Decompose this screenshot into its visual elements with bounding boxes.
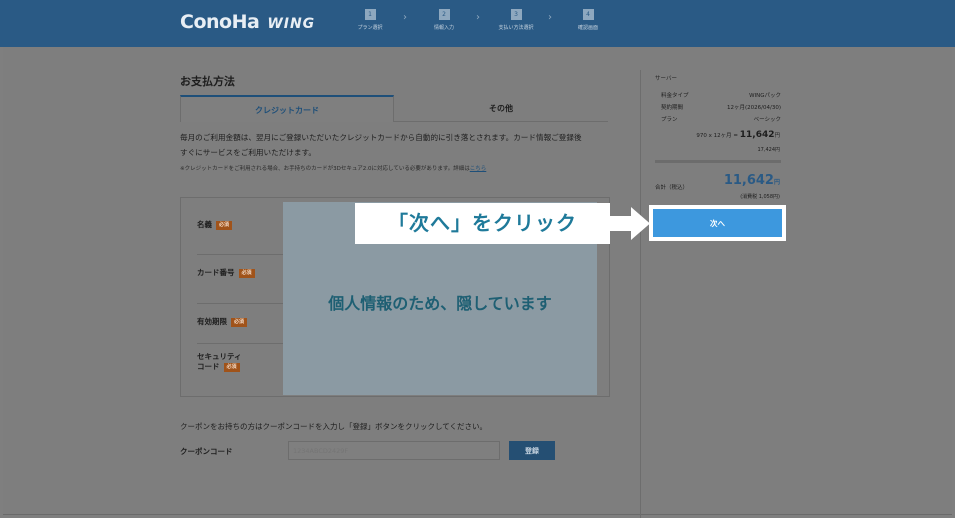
chevron-right-icon: › <box>476 12 480 23</box>
label-text: 有効期限 <box>197 317 227 326</box>
field-label-name: 名義 必須 <box>197 220 233 230</box>
label-text: セキュリティ <box>197 352 242 361</box>
row-key: 契約期間 <box>661 105 684 111</box>
calc-amount: 11,642 <box>739 130 775 140</box>
coupon-code-input[interactable] <box>288 441 500 460</box>
order-summary: サーバー 料金タイプ WINGパック 契約期間 12ヶ月(2026/04/30)… <box>640 70 788 518</box>
next-button[interactable]: 次へ <box>653 209 782 237</box>
field-label-security-code: セキュリティ コード 必須 <box>197 352 242 372</box>
total-label: 合計（税込） <box>655 185 689 191</box>
instruction-callout: 「次へ」をクリック <box>355 203 610 244</box>
required-badge: 必須 <box>231 317 248 327</box>
row-value: WINGパック <box>749 93 781 99</box>
arrow-right-icon <box>610 207 650 240</box>
coupon-register-button[interactable]: 登録 <box>509 441 555 460</box>
total-amount: 11,642円 <box>724 173 780 188</box>
step-2: 2 情報入力 <box>414 9 474 31</box>
conoha-wing-logo[interactable]: ConoHa WING <box>180 11 315 33</box>
chevron-right-icon: › <box>548 12 552 23</box>
step-number: 3 <box>510 9 522 20</box>
step-label: 支払い方法選択 <box>498 25 534 31</box>
step-indicator: 1 プラン選択 › 2 情報入力 › 3 支払い方法選択 › 4 確認画面 <box>340 9 620 41</box>
label-text: カード番号 <box>197 268 235 277</box>
coupon-label: クーポンコード <box>180 447 233 456</box>
label-text: コード <box>197 362 220 371</box>
step-4: 4 確認画面 <box>558 9 618 31</box>
payment-tabs: クレジットカード その他 <box>180 95 608 122</box>
field-label-expiry: 有効期限 必須 <box>197 317 248 327</box>
tab-credit-card[interactable]: クレジットカード <box>180 95 394 122</box>
step-label: 情報入力 <box>433 25 454 31</box>
row-key: プラン <box>661 117 678 123</box>
calc-yen: 円 <box>774 133 780 139</box>
required-badge: 必須 <box>216 220 233 230</box>
required-badge: 必須 <box>238 268 255 278</box>
calc-prefix: 970 x 12ヶ月 = <box>696 133 738 139</box>
row-value: 12ヶ月(2026/04/30) <box>727 105 781 111</box>
summary-title: サーバー <box>655 76 677 82</box>
logo-main: ConoHa <box>180 11 260 33</box>
original-price: 17,424円 <box>757 147 781 153</box>
logo-sub: WING <box>267 16 316 32</box>
price-calculation: 970 x 12ヶ月 = 11,642円 <box>696 130 780 140</box>
chevron-right-icon: › <box>403 12 407 23</box>
tab-other[interactable]: その他 <box>394 95 608 122</box>
description-line-1: 毎月のご利用金額は、翌月にご登録いただいたクレジットカードから自動的に引き落とさ… <box>180 133 582 142</box>
step-label: 確認画面 <box>577 25 598 31</box>
page-title: お支払方法 <box>180 75 235 88</box>
step-number: 4 <box>582 9 594 20</box>
divider <box>197 303 283 304</box>
total-tax: (消費税 1,058円) <box>740 194 780 200</box>
step-number: 2 <box>438 9 450 20</box>
total-yen: 円 <box>773 179 780 186</box>
step-1: 1 プラン選択 <box>340 9 400 31</box>
step-number: 1 <box>364 9 376 20</box>
3ds-note: ※クレジットカードをご利用される場合、お手持ちのカードが3Dセキュア2.0に対応… <box>180 164 486 172</box>
coupon-description: クーポンをお持ちの方はクーポンコードを入力し「登録」ボタンをクリックしてください… <box>180 422 488 431</box>
step-3: 3 支払い方法選択 <box>486 9 546 31</box>
total-number: 11,642 <box>723 173 774 188</box>
label-text: 名義 <box>197 220 212 229</box>
privacy-notice: 個人情報のため、隠しています <box>328 294 552 313</box>
row-value: ベーシック <box>753 117 781 123</box>
payment-description: 毎月のご利用金額は、翌月にご登録いただいたクレジットカードから自動的に引き落とさ… <box>180 130 610 160</box>
header-bar: ConoHa WING 1 プラン選択 › 2 情報入力 › 3 支払い方法選択 … <box>0 0 955 47</box>
divider <box>655 160 781 163</box>
details-link[interactable]: こちら <box>470 166 487 172</box>
step-label: プラン選択 <box>357 25 383 31</box>
required-badge: 必須 <box>223 362 240 372</box>
divider <box>197 343 283 344</box>
next-button-highlight: 次へ <box>649 205 786 241</box>
description-line-2: すぐにサービスをご利用いただけます。 <box>180 148 316 157</box>
row-key: 料金タイプ <box>661 93 689 99</box>
note-text: ※クレジットカードをご利用される場合、お手持ちのカードが3Dセキュア2.0に対応… <box>180 166 470 172</box>
field-label-card-number: カード番号 必須 <box>197 268 255 278</box>
divider <box>197 254 283 255</box>
